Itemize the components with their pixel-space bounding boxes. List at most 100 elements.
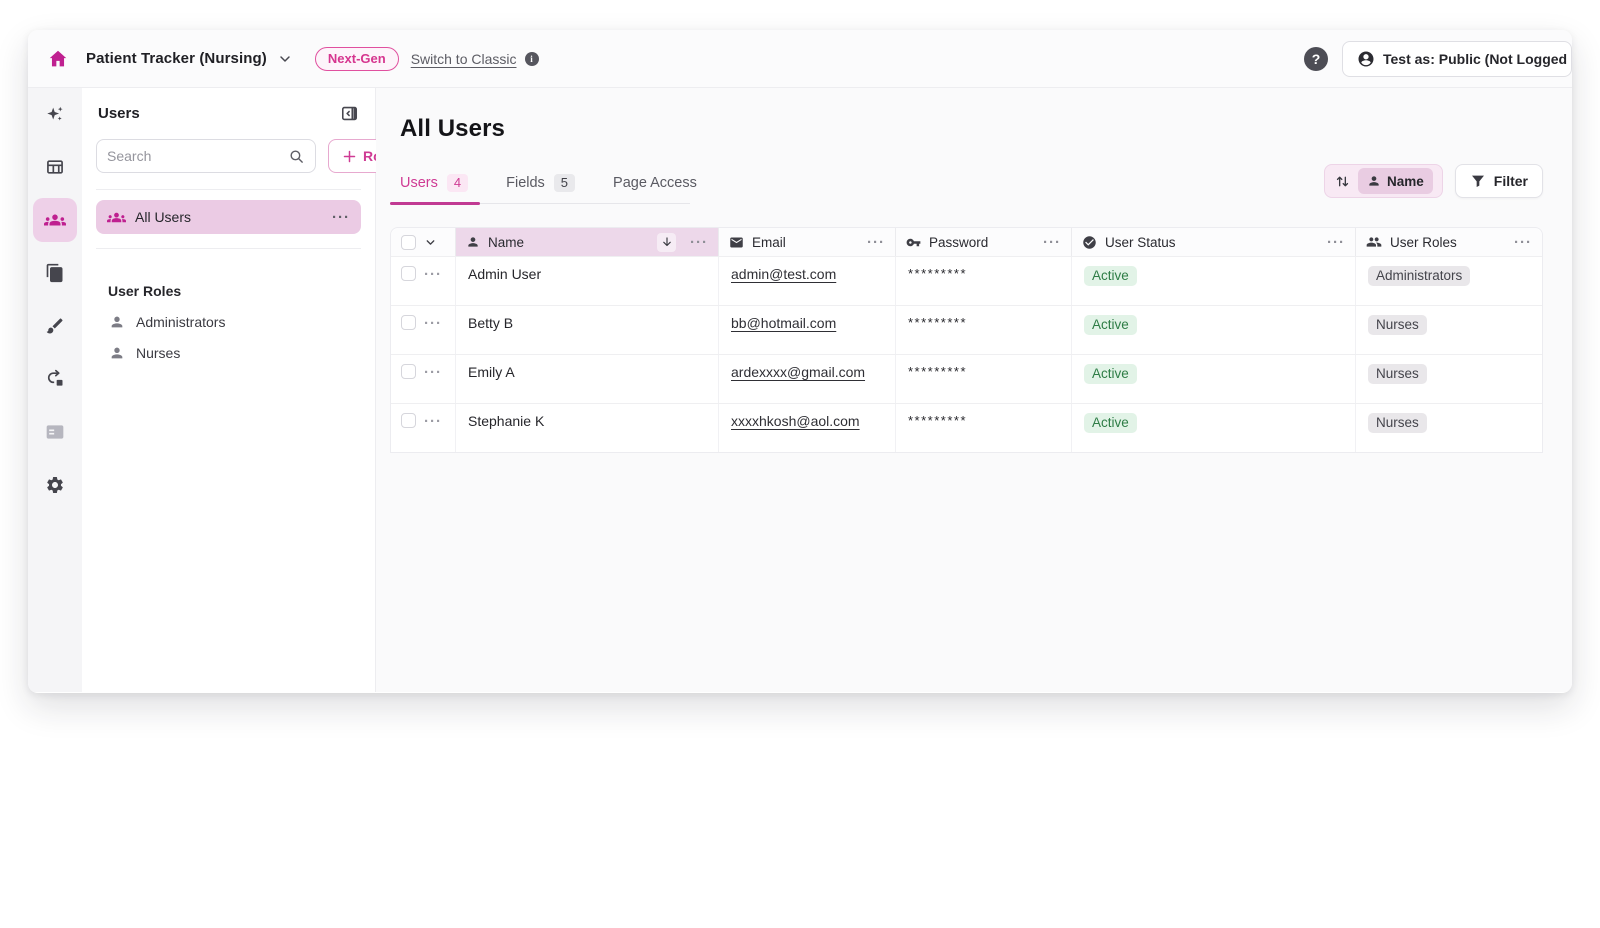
toolbar: Name Filter xyxy=(1324,164,1543,204)
email-cell: admin@test.com xyxy=(718,257,895,305)
tab-fields-label: Fields xyxy=(506,175,545,191)
person-icon xyxy=(466,235,480,249)
email-cell: bb@hotmail.com xyxy=(718,306,895,354)
gear-icon[interactable] xyxy=(33,463,77,507)
filter-label: Filter xyxy=(1494,173,1528,189)
column-header-name[interactable]: Name ··· xyxy=(455,228,718,256)
role-name: Administrators xyxy=(136,314,225,330)
sidebar: Users Role xyxy=(82,88,376,692)
mail-icon xyxy=(729,235,744,250)
table-icon[interactable] xyxy=(33,145,77,189)
tab-fields[interactable]: Fields 5 xyxy=(506,174,575,192)
column-menu-icon[interactable]: ··· xyxy=(690,235,708,250)
password-cell: ********* xyxy=(895,404,1071,452)
column-label: User Roles xyxy=(1390,235,1457,250)
app-title: Patient Tracker (Nursing) xyxy=(86,50,267,67)
email-link[interactable]: xxxxhkosh@aol.com xyxy=(731,413,860,429)
help-icon[interactable]: ? xyxy=(1304,47,1328,71)
email-link[interactable]: ardexxxx@gmail.com xyxy=(731,364,865,380)
column-label: Email xyxy=(752,235,786,250)
column-label: User Status xyxy=(1105,235,1176,250)
email-link[interactable]: admin@test.com xyxy=(731,266,836,282)
email-cell: ardexxxx@gmail.com xyxy=(718,355,895,403)
row-checkbox[interactable] xyxy=(401,266,416,281)
collapse-panel-icon[interactable] xyxy=(340,104,359,123)
status-cell: Active xyxy=(1071,355,1355,403)
password-masked: ********* xyxy=(908,266,967,281)
tab-users[interactable]: Users 4 xyxy=(400,174,468,192)
filter-icon xyxy=(1470,173,1486,189)
flow-icon[interactable] xyxy=(33,357,77,401)
column-menu-icon[interactable]: ··· xyxy=(1327,235,1345,250)
roles-cell: Nurses xyxy=(1355,404,1542,452)
password-cell: ********* xyxy=(895,257,1071,305)
users-icon[interactable] xyxy=(33,198,77,242)
column-label: Name xyxy=(488,235,524,250)
roles-cell: Nurses xyxy=(1355,306,1542,354)
more-options-icon[interactable]: ··· xyxy=(332,210,350,225)
tab-page-access[interactable]: Page Access xyxy=(613,174,697,192)
page-title: All Users xyxy=(400,115,1543,143)
user-name: Emily A xyxy=(468,364,515,380)
next-gen-badge: Next-Gen xyxy=(315,47,399,71)
test-as-label: Test as: Public (Not Logged xyxy=(1383,51,1567,67)
row-menu-icon[interactable]: ··· xyxy=(424,414,442,429)
row-menu-icon[interactable]: ··· xyxy=(424,267,442,282)
info-icon[interactable]: i xyxy=(525,52,539,66)
name-cell: Stephanie K xyxy=(455,404,718,452)
row-menu-icon[interactable]: ··· xyxy=(424,316,442,331)
table-row: ··· Admin User admin@test.com ********* … xyxy=(391,256,1542,305)
column-header-user-status[interactable]: User Status ··· xyxy=(1071,228,1355,256)
active-tab-indicator xyxy=(390,202,480,206)
password-cell: ********* xyxy=(895,306,1071,354)
password-masked: ********* xyxy=(908,315,967,330)
filter-button[interactable]: Filter xyxy=(1455,164,1543,198)
user-name: Betty B xyxy=(468,315,513,331)
role-badge: Nurses xyxy=(1368,364,1427,384)
chevron-down-icon[interactable] xyxy=(277,51,293,67)
copy-icon[interactable] xyxy=(33,251,77,295)
sort-button[interactable]: Name xyxy=(1324,164,1443,198)
table-header: Name ··· Email ··· xyxy=(391,228,1542,256)
column-header-password[interactable]: Password ··· xyxy=(895,228,1071,256)
email-link[interactable]: bb@hotmail.com xyxy=(731,315,836,331)
row-menu-icon[interactable]: ··· xyxy=(424,365,442,380)
tab-page-access-label: Page Access xyxy=(613,175,697,191)
chevron-down-icon[interactable] xyxy=(424,236,437,249)
column-menu-icon[interactable]: ··· xyxy=(867,235,885,250)
brush-icon[interactable] xyxy=(33,304,77,348)
search-input[interactable] xyxy=(107,148,288,164)
sidebar-role-item[interactable]: Nurses xyxy=(96,345,361,361)
plus-icon xyxy=(342,149,357,164)
table-row: ··· Betty B bb@hotmail.com ********* Act… xyxy=(391,305,1542,354)
card-icon[interactable] xyxy=(33,410,77,454)
column-menu-icon[interactable]: ··· xyxy=(1043,235,1061,250)
column-header-user-roles[interactable]: User Roles ··· xyxy=(1355,228,1542,256)
key-icon xyxy=(906,235,921,250)
status-cell: Active xyxy=(1071,306,1355,354)
sort-field-pill: Name xyxy=(1358,168,1433,194)
row-checkbox[interactable] xyxy=(401,364,416,379)
select-all-header xyxy=(391,228,455,256)
sort-direction-icon[interactable] xyxy=(657,233,676,252)
name-cell: Admin User xyxy=(455,257,718,305)
sort-arrows-icon xyxy=(1334,173,1351,190)
row-checkbox[interactable] xyxy=(401,315,416,330)
table-row: ··· Stephanie K xxxxhkosh@aol.com ******… xyxy=(391,403,1542,452)
sparkles-icon[interactable] xyxy=(33,92,77,136)
user-circle-icon xyxy=(1357,50,1375,68)
column-menu-icon[interactable]: ··· xyxy=(1514,235,1532,250)
role-badge: Administrators xyxy=(1368,266,1470,286)
column-header-email[interactable]: Email ··· xyxy=(718,228,895,256)
roles-cell: Administrators xyxy=(1355,257,1542,305)
users-table: Name ··· Email ··· xyxy=(390,227,1543,453)
sidebar-item-all-users[interactable]: All Users ··· xyxy=(96,200,361,234)
test-as-button[interactable]: Test as: Public (Not Logged xyxy=(1342,41,1572,77)
select-all-checkbox[interactable] xyxy=(401,235,416,250)
row-checkbox[interactable] xyxy=(401,413,416,428)
switch-to-classic-link[interactable]: Switch to Classic xyxy=(411,51,517,67)
divider xyxy=(96,189,361,190)
top-bar: Patient Tracker (Nursing) Next-Gen Switc… xyxy=(28,30,1572,88)
home-icon[interactable] xyxy=(44,45,72,73)
sidebar-role-item[interactable]: Administrators xyxy=(96,314,361,330)
